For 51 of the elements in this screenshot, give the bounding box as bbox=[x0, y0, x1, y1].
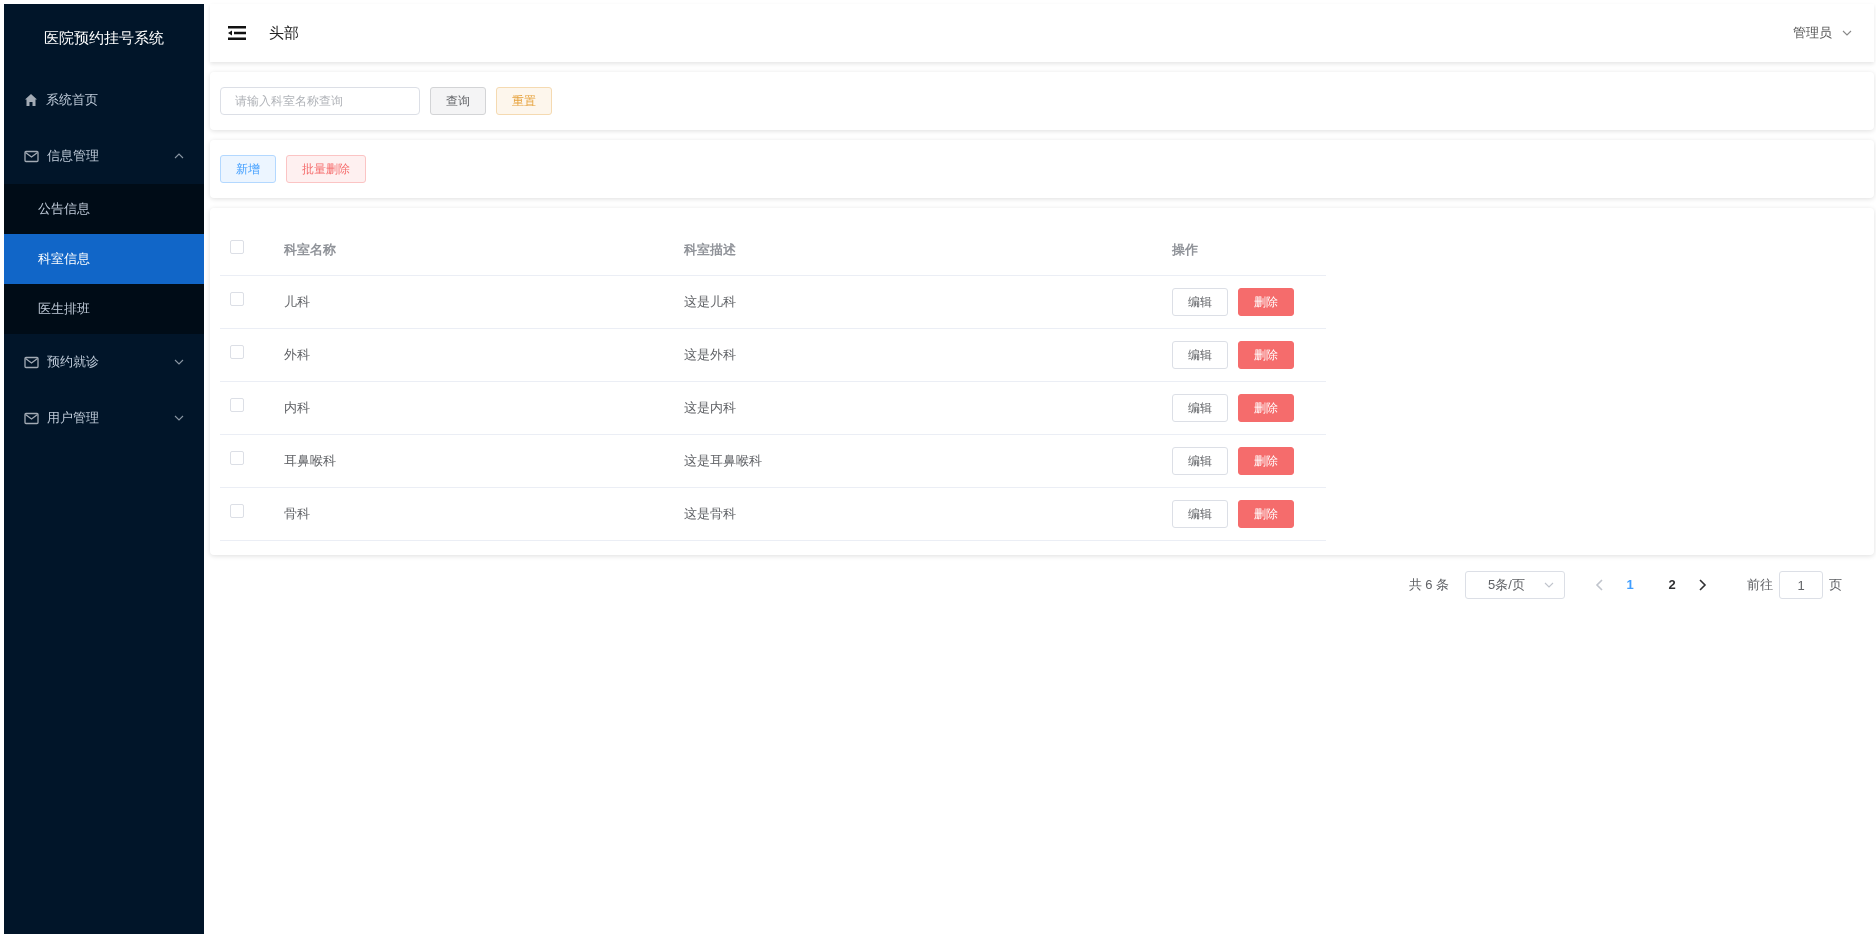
checkbox[interactable] bbox=[230, 292, 244, 307]
search-button[interactable]: 查询 bbox=[430, 87, 486, 115]
menu-item[interactable]: 预约就诊 bbox=[4, 334, 204, 390]
chevron-down-icon bbox=[1544, 582, 1554, 588]
column-header: 科室名称 bbox=[284, 240, 337, 259]
chevron-right-icon bbox=[1699, 579, 1707, 591]
table-cell: 这是内科 bbox=[684, 400, 736, 416]
search-field[interactable]: 请输入科室名称查询 bbox=[220, 87, 420, 115]
menu-item[interactable]: 信息管理 bbox=[4, 128, 204, 184]
submenu-item[interactable]: 公告信息 bbox=[4, 184, 204, 234]
table-cell: 这是骨科 bbox=[684, 506, 736, 522]
menu-item[interactable]: 系统首页 bbox=[4, 72, 204, 128]
submenu-item[interactable]: 医生排班 bbox=[4, 284, 204, 334]
checkbox[interactable] bbox=[230, 239, 244, 254]
page-size-select[interactable]: 5条/页 bbox=[1465, 571, 1565, 599]
menu-icon[interactable] bbox=[228, 26, 246, 40]
table-cell: 内科 bbox=[284, 400, 310, 416]
chevron-down-icon bbox=[1842, 30, 1852, 36]
column-header: 操作 bbox=[1172, 240, 1199, 259]
edit-button[interactable]: 编辑 bbox=[1172, 288, 1228, 316]
page-number[interactable]: 2 bbox=[1657, 575, 1687, 595]
table-cell: 这是外科 bbox=[684, 347, 736, 363]
checkbox[interactable] bbox=[230, 451, 244, 466]
goto-label: 前往 bbox=[1747, 576, 1773, 595]
chevron-left-icon bbox=[1595, 579, 1603, 591]
mail-icon bbox=[24, 149, 39, 163]
total-count: 共 6 条 bbox=[1408, 576, 1449, 595]
table-cell: 耳鼻喉科 bbox=[284, 453, 336, 469]
table-cell: 儿科 bbox=[284, 294, 310, 310]
table-cell: 这是耳鼻喉科 bbox=[684, 453, 762, 469]
table-cell: 外科 bbox=[284, 347, 310, 363]
user-menu[interactable]: 管理员 bbox=[1793, 23, 1856, 43]
table-cell: 骨科 bbox=[284, 506, 310, 522]
mail-icon bbox=[24, 411, 39, 425]
header-title: 头部 bbox=[269, 22, 299, 43]
app-title: 医院预约挂号系统 bbox=[43, 27, 165, 48]
checkbox[interactable] bbox=[230, 398, 244, 413]
checkbox[interactable] bbox=[230, 345, 244, 360]
edit-button[interactable]: 编辑 bbox=[1172, 500, 1228, 528]
checkbox[interactable] bbox=[230, 504, 244, 519]
edit-button[interactable]: 编辑 bbox=[1172, 447, 1228, 475]
page-suffix: 页 bbox=[1829, 576, 1842, 595]
page-input[interactable]: 1 bbox=[1779, 571, 1823, 599]
table-cell: 这是儿科 bbox=[684, 294, 736, 310]
submenu-item[interactable]: 科室信息 bbox=[4, 234, 204, 284]
home-icon bbox=[24, 93, 38, 107]
mail-icon bbox=[24, 355, 39, 369]
edit-button[interactable]: 编辑 bbox=[1172, 394, 1228, 422]
menu-item[interactable]: 用户管理 bbox=[4, 390, 204, 446]
column-header: 科室描述 bbox=[684, 240, 737, 259]
edit-button[interactable]: 编辑 bbox=[1172, 341, 1228, 369]
